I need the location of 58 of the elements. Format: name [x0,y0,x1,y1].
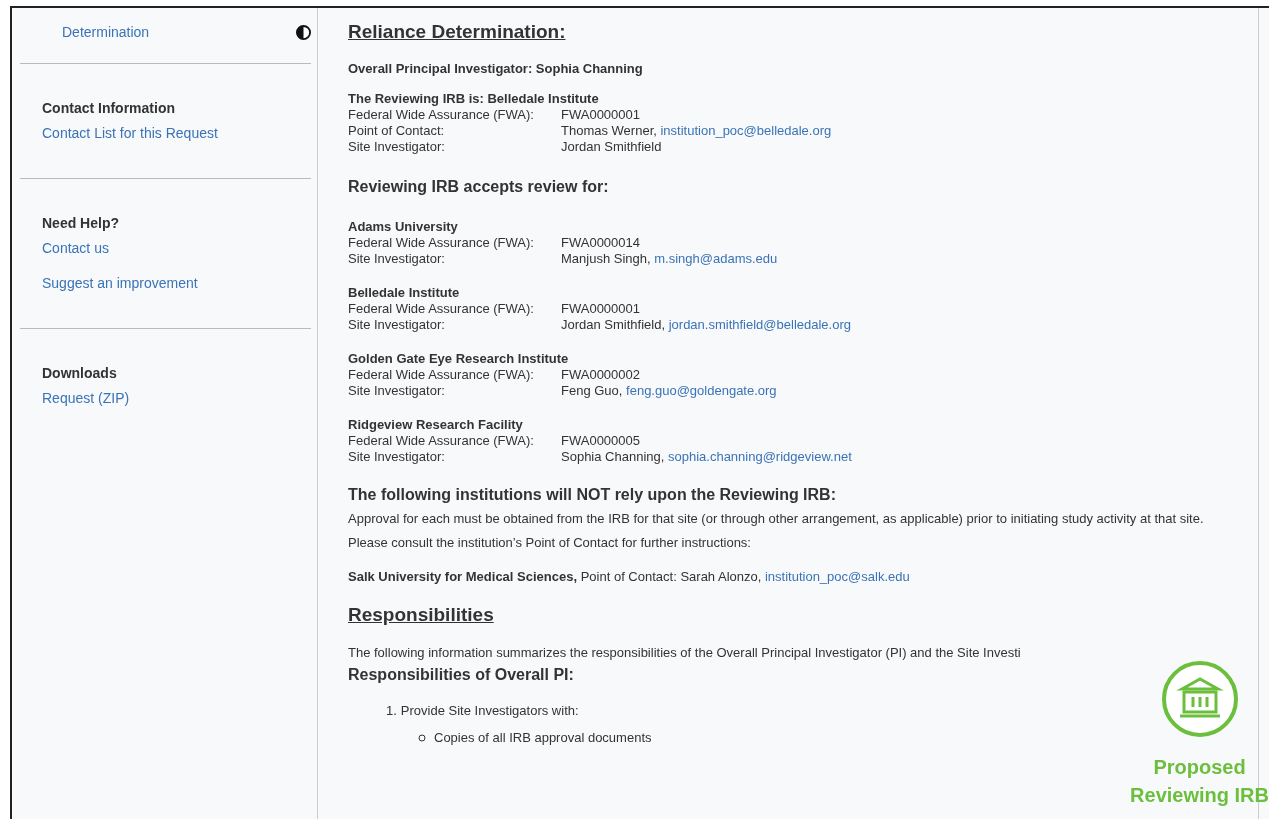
field-label: Federal Wide Assurance (FWA): [348,106,535,123]
institution-name: Adams University [348,218,459,235]
paragraph: The following information summarizes the responsibilities of the Overall Principal Investigator (PI) and the Site Investi [348,644,1021,662]
email-link[interactable]: m.singh@adams.edu [654,250,778,266]
institution-heading: The Reviewing IRB is: Belledale Institute [348,90,600,107]
badge-label: Reviewing IRB [1130,783,1269,808]
institution-name: Belledale Institute [348,284,461,301]
field-label: Federal Wide Assurance (FWA): [348,366,535,383]
sidebar-link[interactable]: Contact List for this Request [42,125,218,141]
section-title: Responsibilities [348,602,495,627]
email-link[interactable]: jordan.smithfield@belledale.org [668,316,851,332]
field-label: Federal Wide Assurance (FWA): [348,234,535,251]
field-value: FWA0000005 [561,432,641,449]
field-label: Federal Wide Assurance (FWA): [348,300,535,317]
field-label: Site Investigator: [348,448,446,465]
field-value: Thomas Werner, [561,122,657,138]
sidebar-link[interactable]: Request (ZIP) [42,390,130,406]
list-number: 1. [386,702,397,718]
subsection-heading: The following institutions will NOT rely upon the Reviewing IRB: [348,484,837,505]
subsection-heading: Responsibilities of Overall PI: [348,664,575,685]
section-heading: Contact Information [42,99,176,118]
field-value: Jordan Smithfield [561,138,663,155]
sidebar-link[interactable]: Suggest an improvement [42,275,198,291]
field-value: FWA0000001 [561,300,641,317]
list-item: Copies of all IRB approval documents [434,729,652,747]
section-heading: Downloads [42,364,118,383]
principal-investigator: Overall Principal Investigator: Sophia Channing [348,60,644,77]
field-value: FWA0000002 [561,366,641,383]
field-value: Jordan Smithfield, [561,316,666,332]
field-value: FWA0000001 [561,106,641,123]
subsection-heading: Reviewing IRB accepts review for: [348,176,610,197]
field-value: Sophia Channing, [561,448,665,464]
badge-label: Proposed [1153,755,1246,780]
field-label: Site Investigator: [348,316,446,333]
field-value: Manjush Singh, [561,250,651,266]
list-item: Provide Site Investigators with: [400,702,579,718]
bullet-icon [418,733,426,742]
field-label: Point of Contact: [348,122,446,139]
institution-name: Ridgeview Research Facility [348,416,524,433]
determination-link[interactable]: Determination [62,22,150,43]
field-value: Feng Guo, [561,382,623,398]
building-icon [1159,659,1240,739]
contrast-icon[interactable] [296,25,311,40]
field-value: FWA0000014 [561,234,641,251]
email-link[interactable]: institution_poc@belledale.org [660,122,832,138]
email-link[interactable]: sophia.channing@ridgeview.net [668,448,852,464]
section-heading: Need Help? [42,214,120,233]
email-link[interactable]: feng.guo@goldengate.org [626,382,777,398]
email-link[interactable]: institution_poc@salk.edu [764,568,910,584]
field-label: Federal Wide Assurance (FWA): [348,432,535,449]
institution-name: Golden Gate Eye Research Institute [348,350,570,367]
paragraph: Approval for each must be obtained from the IRB for that site (or through other arrangement, as applicable) prior to initiating study activity at that site. Please consult the institution’s Point of Contact for further instructions: [348,509,1205,552]
field-label: Site Investigator: [348,382,446,399]
contact-sentence: Salk University for Medical Sciences, Point of Contact: Sarah Alonzo, institution_poc@salk.edu [348,567,911,586]
field-label: Site Investigator: [348,138,446,155]
section-title: Reliance Determination: [348,20,567,44]
field-label: Site Investigator: [348,250,446,267]
sidebar-link[interactable]: Contact us [42,240,109,256]
